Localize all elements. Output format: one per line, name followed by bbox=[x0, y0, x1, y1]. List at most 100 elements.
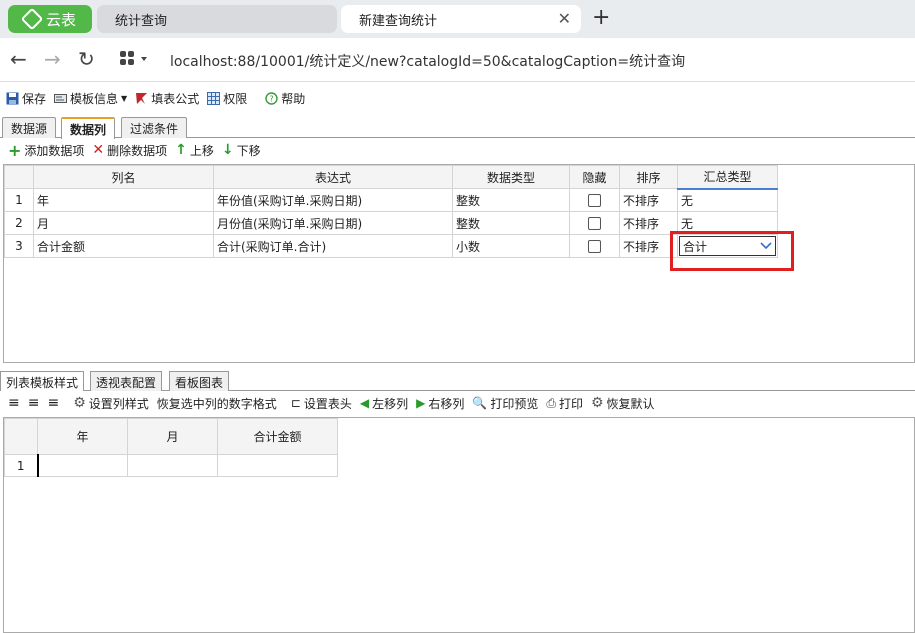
cell-hidden[interactable] bbox=[569, 211, 620, 235]
header-summary-type: 汇总类型 bbox=[677, 165, 778, 190]
print-label: 打印 bbox=[558, 396, 583, 411]
delete-data-item-button[interactable]: ✕ 删除数据项 bbox=[92, 142, 167, 159]
cell-data-type[interactable]: 整数 bbox=[452, 188, 570, 212]
corner-cell bbox=[4, 418, 38, 455]
corner-cell bbox=[4, 165, 34, 189]
move-right-label: 右移列 bbox=[428, 396, 465, 411]
table-row[interactable]: 2 月 月份值(采购订单.采购日期) 整数 不排序 无 bbox=[4, 211, 778, 235]
align-center-button[interactable]: ≡ bbox=[28, 395, 40, 411]
align-left-icon: ≡ bbox=[8, 395, 20, 411]
table-row[interactable]: 1 年 年份值(采购订单.采购日期) 整数 不排序 无 bbox=[4, 188, 778, 212]
header-row: 列名 表达式 数据类型 隐藏 排序 汇总类型 bbox=[4, 165, 778, 190]
delete-x-icon: ✕ bbox=[92, 142, 105, 158]
move-up-button[interactable]: ↑ 上移 bbox=[175, 142, 214, 159]
cell-sort[interactable]: 不排序 bbox=[619, 188, 678, 212]
gear-icon: ⚙ bbox=[73, 395, 86, 411]
move-right-button[interactable]: ▶ 右移列 bbox=[416, 395, 464, 412]
cell-expression[interactable]: 合计(采购订单.合计) bbox=[213, 234, 453, 258]
move-left-button[interactable]: ◀ 左移列 bbox=[360, 395, 408, 412]
preview-cell-month[interactable] bbox=[127, 454, 218, 477]
hidden-checkbox[interactable] bbox=[588, 217, 601, 230]
hidden-checkbox[interactable] bbox=[588, 240, 601, 253]
tab-filter-conditions[interactable]: 过滤条件 bbox=[121, 117, 188, 138]
preview-header-year[interactable]: 年 bbox=[37, 418, 128, 455]
table-row[interactable]: 1 bbox=[4, 454, 338, 477]
table-row[interactable]: 3 合计金额 合计(采购订单.合计) 小数 不排序 合计 bbox=[4, 234, 778, 258]
preview-header-month[interactable]: 月 bbox=[127, 418, 218, 455]
cell-sort[interactable]: 不排序 bbox=[619, 234, 678, 258]
up-arrow-icon: ↑ bbox=[175, 142, 187, 158]
left-arrow-icon: ◀ bbox=[359, 396, 370, 410]
apps-icon[interactable] bbox=[118, 50, 148, 72]
printer-icon: ⎙ bbox=[546, 395, 556, 410]
cell-column-name[interactable]: 月 bbox=[33, 211, 214, 235]
brand-label: 云表 bbox=[45, 10, 76, 29]
highlight-box bbox=[670, 231, 794, 271]
forward-arrow-icon[interactable]: → bbox=[44, 47, 61, 71]
back-arrow-icon[interactable]: ← bbox=[10, 47, 27, 71]
floppy-disk-icon bbox=[6, 92, 19, 104]
row-number: 2 bbox=[4, 211, 34, 235]
template-preview-table: 年 月 合计金额 1 bbox=[4, 418, 338, 477]
set-header-button[interactable]: ⊏ 设置表头 bbox=[291, 395, 352, 412]
add-data-item-button[interactable]: + 添加数据项 bbox=[8, 141, 84, 160]
plus-icon: + bbox=[8, 140, 22, 160]
cell-summary-type[interactable]: 无 bbox=[677, 188, 778, 212]
tab-list-template-style[interactable]: 列表模板样式 bbox=[0, 371, 85, 391]
preview-cell-year[interactable] bbox=[36, 454, 128, 477]
close-icon[interactable]: ✕ bbox=[558, 9, 571, 28]
align-left-button[interactable]: ≡ bbox=[8, 395, 20, 411]
restore-number-format-button[interactable]: 恢复选中列的数字格式 bbox=[157, 395, 277, 412]
move-down-button[interactable]: ↓ 下移 bbox=[222, 142, 261, 159]
cell-column-name[interactable]: 年 bbox=[33, 188, 214, 212]
fill-formula-button[interactable]: 填表公式 bbox=[135, 90, 199, 107]
main-toolbar: 保存 模板信息 ▼ 填表公式 权限 ? 帮助 bbox=[0, 85, 915, 111]
cell-hidden[interactable] bbox=[569, 234, 620, 258]
cell-hidden[interactable] bbox=[569, 188, 620, 212]
template-info-button[interactable]: 模板信息 ▼ bbox=[54, 90, 127, 107]
cell-data-type[interactable]: 整数 bbox=[452, 211, 570, 235]
browser-tab-bar: 云表 统计查询 新建查询统计 ✕ + bbox=[0, 0, 915, 38]
permission-button[interactable]: 权限 bbox=[207, 90, 247, 107]
formula-flag-icon bbox=[136, 92, 148, 104]
preview-header-total[interactable]: 合计金额 bbox=[217, 418, 338, 455]
align-right-icon: ≡ bbox=[47, 395, 60, 411]
help-label: 帮助 bbox=[281, 91, 306, 106]
tab-data-source[interactable]: 数据源 bbox=[2, 117, 57, 138]
tab-pivot-config[interactable]: 透视表配置 bbox=[90, 371, 163, 391]
brand-tab[interactable]: 云表 bbox=[8, 5, 92, 33]
tab-statistics-query[interactable]: 统计查询 bbox=[97, 5, 337, 33]
align-right-button[interactable]: ≡ bbox=[47, 395, 59, 411]
down-arrow-icon: ↓ bbox=[221, 142, 234, 158]
tab-new-query-statistics[interactable]: 新建查询统计 ✕ bbox=[341, 5, 581, 33]
cell-column-name[interactable]: 合计金额 bbox=[33, 234, 214, 258]
cell-sort[interactable]: 不排序 bbox=[619, 211, 678, 235]
tab-label: 新建查询统计 bbox=[359, 13, 438, 29]
preview-cell-total[interactable] bbox=[217, 454, 338, 477]
column-definition-table: 列名 表达式 数据类型 隐藏 排序 汇总类型 1 年 年份值(采购订单.采购日期… bbox=[4, 165, 778, 258]
hidden-checkbox[interactable] bbox=[588, 194, 601, 207]
cell-data-type[interactable]: 小数 bbox=[452, 234, 570, 258]
reload-icon[interactable]: ↻ bbox=[78, 47, 95, 71]
delete-data-item-label: 删除数据项 bbox=[107, 143, 168, 158]
definition-tabs: 数据源 数据列 过滤条件 bbox=[0, 114, 915, 139]
style-toolbar: ≡ ≡ ≡ ⚙ 设置列样式 恢复选中列的数字格式 ⊏ 设置表头 ◀ 左移列 ▶ … bbox=[0, 392, 915, 414]
tab-data-columns[interactable]: 数据列 bbox=[61, 117, 116, 139]
template-preview-grid: 年 月 合计金额 1 bbox=[3, 417, 915, 633]
preview-header-row: 年 月 合计金额 bbox=[4, 418, 338, 455]
set-column-style-button[interactable]: ⚙ 设置列样式 bbox=[73, 395, 149, 412]
align-center-icon: ≡ bbox=[27, 395, 40, 411]
tab-dashboard-chart[interactable]: 看板图表 bbox=[169, 371, 230, 391]
restore-default-button[interactable]: ⚙ 恢复默认 bbox=[591, 395, 655, 412]
print-preview-label: 打印预览 bbox=[490, 396, 539, 411]
cell-expression[interactable]: 月份值(采购订单.采购日期) bbox=[213, 211, 453, 235]
save-button[interactable]: 保存 bbox=[6, 90, 46, 107]
print-button[interactable]: ⎙ 打印 bbox=[546, 395, 583, 412]
permission-label: 权限 bbox=[223, 91, 248, 106]
url-field[interactable]: localhost:88/10001/统计定义/new?catalogId=50… bbox=[170, 51, 685, 71]
print-preview-button[interactable]: 🔍 打印预览 bbox=[472, 395, 538, 412]
cell-expression[interactable]: 年份值(采购订单.采购日期) bbox=[213, 188, 453, 212]
new-tab-button[interactable]: + bbox=[592, 5, 610, 30]
row-number: 1 bbox=[4, 454, 38, 477]
help-button[interactable]: ? 帮助 bbox=[265, 90, 305, 107]
